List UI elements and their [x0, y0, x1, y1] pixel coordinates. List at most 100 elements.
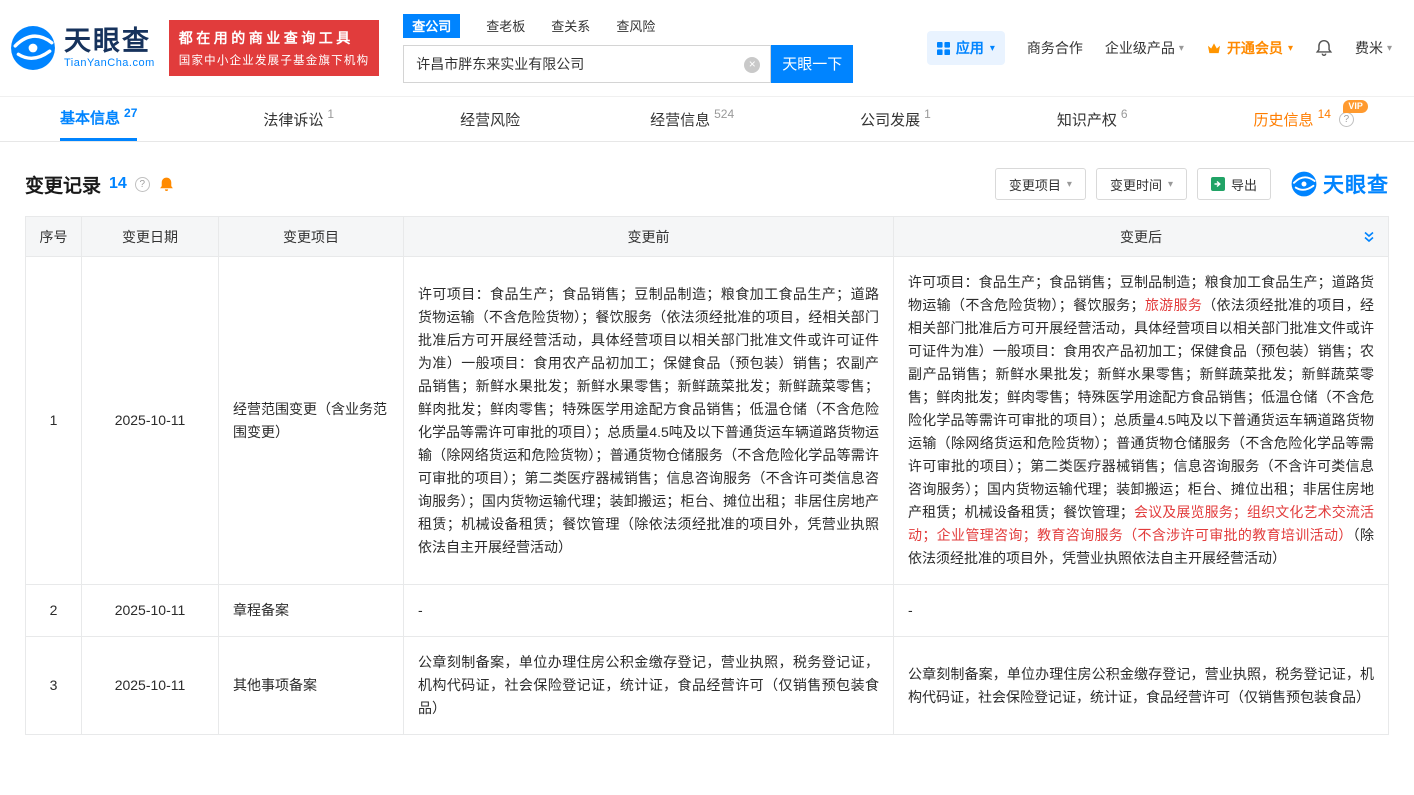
tianyancha-watermark-icon [1291, 171, 1317, 197]
nav-business-cooperation[interactable]: 商务合作 [1027, 38, 1083, 58]
cell-after: - [894, 585, 1389, 637]
search-button[interactable]: 天眼一下 [771, 45, 853, 83]
cell-before: 许可项目：食品生产；食品销售；豆制品制造；粮食加工食品生产；道路货物运输（不含危… [404, 257, 894, 585]
vip-badge: VIP [1343, 100, 1368, 113]
chevron-down-icon: ▾ [1179, 43, 1184, 54]
col-header-after-label: 变更后 [1120, 229, 1162, 245]
tianyancha-logo[interactable]: 天眼查 TianYanCha.com [10, 25, 155, 71]
export-button[interactable]: 导出 [1197, 168, 1271, 200]
tab-business-risk[interactable]: 经营风险 [460, 97, 524, 141]
search-input[interactable] [404, 46, 770, 82]
cell-date: 2025-10-11 [82, 585, 219, 637]
double-chevron-down-icon[interactable] [1362, 230, 1376, 244]
search-area: 查公司 查老板 查关系 查风险 × 天眼一下 [403, 14, 853, 83]
text: - [908, 602, 913, 618]
cell-seq: 1 [26, 257, 82, 585]
nav-open-membership[interactable]: 开通会员 ▾ [1206, 38, 1293, 58]
chevron-down-icon: ▾ [1288, 43, 1293, 54]
change-record-section: 变更记录 14 ? 变更项目 ▾ 变更时间 ▾ [0, 168, 1414, 735]
tab-label: 知识产权 [1057, 109, 1117, 130]
top-header: 天眼查 TianYanCha.com 都在用的商业查询工具 国家中小企业发展子基… [0, 0, 1414, 96]
tab-count: 6 [1121, 107, 1128, 121]
promo-banner: 都在用的商业查询工具 国家中小企业发展子基金旗下机构 [169, 20, 380, 76]
text: 许可项目：食品生产；食品销售；豆制品制造；粮食加工食品生产；道路货物运输（不含危… [418, 286, 879, 555]
help-icon[interactable]: ? [1339, 112, 1354, 127]
cell-date: 2025-10-11 [82, 637, 219, 735]
tianyancha-watermark-text: 天眼查 [1323, 169, 1389, 199]
cell-before: 公章刻制备案，单位办理住房公积金缴存登记，营业执照，税务登记证，机构代码证，社会… [404, 637, 894, 735]
chevron-down-icon: ▾ [1168, 179, 1173, 190]
search-tabs: 查公司 查老板 查关系 查风险 [403, 14, 853, 38]
tianyancha-logo-icon [10, 25, 56, 71]
table-row: 12025-10-11经营范围变更（含业务范围变更）许可项目：食品生产；食品销售… [26, 257, 1389, 585]
cell-after: 许可项目：食品生产；食品销售；豆制品制造；粮食加工食品生产；道路货物运输（不含危… [894, 257, 1389, 585]
change-table: 序号 变更日期 变更项目 变更前 变更后 12025-10-11经营范围变更（含… [25, 216, 1389, 735]
tab-label: 历史信息 [1254, 109, 1314, 130]
filter-change-item-label: 变更项目 [1009, 175, 1061, 194]
export-label: 导出 [1231, 175, 1257, 194]
top-nav: 应用 ▾ 商务合作 企业级产品 ▾ 开通会员 ▾ 费米 ▾ [927, 31, 1392, 65]
promo-banner-line1: 都在用的商业查询工具 [179, 28, 370, 48]
tab-label: 公司发展 [860, 109, 920, 130]
logo-title: 天眼查 [64, 27, 155, 55]
table-header-row: 序号 变更日期 变更项目 变更前 变更后 [26, 217, 1389, 257]
cell-change-item: 章程备案 [219, 585, 404, 637]
change-table-body: 12025-10-11经营范围变更（含业务范围变更）许可项目：食品生产；食品销售… [26, 257, 1389, 735]
col-header-item: 变更项目 [219, 217, 404, 257]
apps-menu[interactable]: 应用 ▾ [927, 31, 1005, 65]
clear-icon[interactable]: × [744, 57, 760, 73]
user-name: 费米 [1355, 38, 1383, 58]
filter-change-item[interactable]: 变更项目 ▾ [995, 168, 1086, 200]
tab-count: 524 [714, 107, 734, 121]
tab-company-development[interactable]: 公司发展 1 [860, 97, 931, 141]
tab-intellectual-property[interactable]: 知识产权 6 [1057, 97, 1128, 141]
tab-label: 基本信息 [60, 107, 120, 128]
logo-subtitle: TianYanCha.com [64, 57, 155, 69]
filter-change-time[interactable]: 变更时间 ▾ [1096, 168, 1187, 200]
user-menu[interactable]: 费米 ▾ [1355, 38, 1392, 58]
cell-change-item: 其他事项备案 [219, 637, 404, 735]
tab-label: 经营风险 [460, 109, 520, 130]
search-tab-boss[interactable]: 查老板 [486, 16, 525, 35]
tianyancha-watermark: 天眼查 [1291, 169, 1389, 199]
apps-label: 应用 [956, 38, 984, 58]
promo-banner-line2: 国家中小企业发展子基金旗下机构 [179, 52, 370, 68]
text: （依法须经批准的项目，经相关部门批准后方可开展经营活动，具体经营项目以相关部门批… [908, 297, 1374, 520]
col-header-seq: 序号 [26, 217, 82, 257]
table-row: 22025-10-11章程备案-- [26, 585, 1389, 637]
tab-business-info[interactable]: 经营信息 524 [650, 97, 734, 141]
tab-basic-info[interactable]: 基本信息 27 [60, 97, 137, 141]
search-row: × 天眼一下 [403, 45, 853, 83]
help-icon[interactable]: ? [135, 177, 150, 192]
section-actions: 变更项目 ▾ 变更时间 ▾ 导出 [985, 168, 1389, 200]
col-header-before: 变更前 [404, 217, 894, 257]
tab-count: 14 [1318, 107, 1331, 121]
tab-count: 27 [124, 106, 137, 120]
chevron-down-icon: ▾ [1387, 43, 1392, 54]
section-count: 14 [109, 175, 127, 193]
nav-business-cooperation-label: 商务合作 [1027, 38, 1083, 58]
section-header: 变更记录 14 ? 变更项目 ▾ 变更时间 ▾ [25, 168, 1389, 200]
tab-history-info[interactable]: VIP 历史信息 14 ? [1254, 97, 1354, 141]
col-header-date: 变更日期 [82, 217, 219, 257]
tab-count: 1 [327, 107, 334, 121]
search-tab-risk[interactable]: 查风险 [616, 16, 655, 35]
text: 公章刻制备案，单位办理住房公积金缴存登记，营业执照，税务登记证，机构代码证，社会… [908, 666, 1374, 705]
tab-legal-proceedings[interactable]: 法律诉讼 1 [263, 97, 334, 141]
nav-open-membership-label: 开通会员 [1227, 38, 1283, 58]
chevron-down-icon: ▾ [990, 43, 995, 54]
nav-enterprise-products[interactable]: 企业级产品 ▾ [1105, 38, 1184, 58]
crown-icon [1206, 42, 1222, 55]
search-tab-company[interactable]: 查公司 [403, 14, 460, 38]
nav-enterprise-products-label: 企业级产品 [1105, 38, 1175, 58]
filter-change-time-label: 变更时间 [1110, 175, 1162, 194]
text: 公章刻制备案，单位办理住房公积金缴存登记，营业执照，税务登记证，机构代码证，社会… [418, 654, 879, 716]
table-row: 32025-10-11其他事项备案公章刻制备案，单位办理住房公积金缴存登记，营业… [26, 637, 1389, 735]
subscribe-bell-icon[interactable] [158, 176, 175, 193]
apps-grid-icon [937, 42, 950, 55]
cell-date: 2025-10-11 [82, 257, 219, 585]
search-tab-relation[interactable]: 查关系 [551, 16, 590, 35]
cell-before: - [404, 585, 894, 637]
company-tabbar: 基本信息 27 法律诉讼 1 经营风险 经营信息 524 公司发展 1 知识产权… [0, 96, 1414, 142]
notification-bell-icon[interactable] [1315, 39, 1333, 57]
